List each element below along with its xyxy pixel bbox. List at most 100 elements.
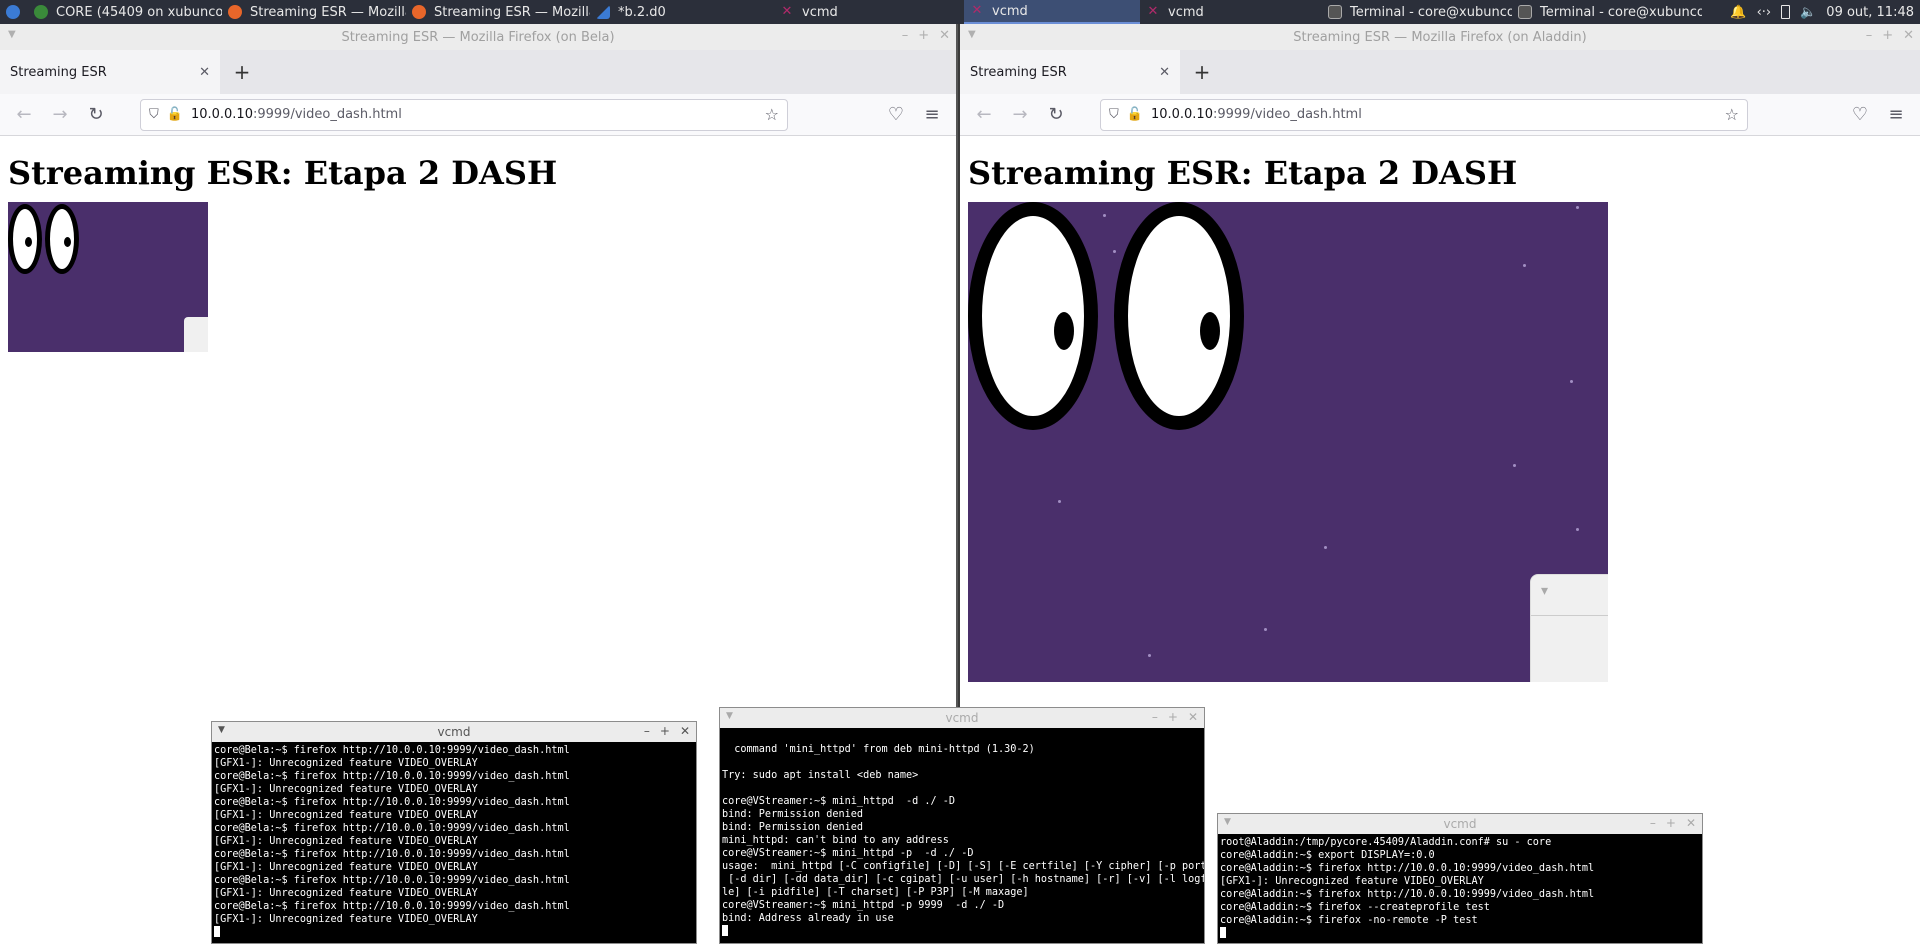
close-icon[interactable]: ✕ <box>1903 28 1914 43</box>
taskbar: CORE (45409 on xubuncor... Streaming ESR… <box>0 0 1920 24</box>
window-title: vcmd <box>945 711 979 725</box>
taskbar-item-firefox-aladdin[interactable]: Streaming ESR — Mozilla ... <box>406 0 590 24</box>
window-menu-icon[interactable]: ▼ <box>968 29 976 40</box>
window-titlebar[interactable]: ▼ vcmd – + ✕ <box>212 722 696 742</box>
window-titlebar[interactable]: ▼ vcmd – + ✕ <box>720 708 1204 728</box>
cartoon-eye <box>8 204 42 274</box>
hamburger-menu-icon[interactable]: ≡ <box>1880 99 1912 131</box>
close-icon[interactable]: ✕ <box>1188 710 1198 724</box>
taskbar-item-wireshark[interactable]: *b.2.d0 <box>590 0 774 24</box>
maximize-icon[interactable]: + <box>1882 28 1893 43</box>
window-menu-icon[interactable]: ▼ <box>218 725 225 735</box>
terminal-line: core@Bela:~$ firefox http://10.0.0.10:99… <box>214 849 570 860</box>
back-icon[interactable]: ← <box>8 99 40 131</box>
taskbar-item-label: *b.2.d0 <box>618 4 666 20</box>
url-host: 10.0.0.10 <box>190 107 253 122</box>
new-tab-button[interactable]: + <box>1180 60 1224 84</box>
taskbar-item-label: Streaming ESR — Mozilla ... <box>434 4 590 20</box>
minimize-icon[interactable]: – <box>1650 816 1656 830</box>
network-icon[interactable]: ‹·› <box>1757 5 1772 20</box>
tab-close-icon[interactable]: ✕ <box>199 65 210 80</box>
video-overlay-dialog: ▾ <box>1530 574 1608 682</box>
maximize-icon[interactable]: + <box>1168 710 1178 724</box>
terminal-window-vstreamer[interactable]: ▼ vcmd – + ✕ command 'mini_httpd' from deb… <box>719 707 1205 944</box>
taskbar-item-terminal-1[interactable]: Terminal - core@xubunco... <box>1322 0 1512 24</box>
tracking-protection-icon[interactable]: ⛉ <box>149 107 159 122</box>
taskbar-item-terminal-2[interactable]: Terminal - core@xubunco... <box>1512 0 1702 24</box>
back-icon[interactable]: ← <box>968 99 1000 131</box>
url-bar[interactable]: ⛉ 🔓 10.0.0.10:9999/video_dash.html ☆ <box>140 98 788 131</box>
taskbar-item-firefox-bela[interactable]: Streaming ESR — Mozilla ... <box>222 0 406 24</box>
terminal-line: command 'mini_httpd' from deb mini-httpd… <box>722 744 1035 755</box>
pocket-icon[interactable]: ♡ <box>880 99 912 131</box>
close-icon[interactable]: ✕ <box>680 724 690 738</box>
video-overlay-dialog <box>184 317 208 352</box>
pocket-icon[interactable]: ♡ <box>1844 99 1876 131</box>
terminal-line: usage: mini_httpd [-C configfile] [-D] [… <box>722 861 1204 872</box>
bookmark-star-icon[interactable]: ☆ <box>1725 105 1739 124</box>
volume-icon[interactable]: 🔈 <box>1800 5 1816 20</box>
tab-streaming-esr[interactable]: Streaming ESR ✕ <box>0 50 220 94</box>
maximize-icon[interactable]: + <box>660 724 670 738</box>
minimize-icon[interactable]: – <box>644 724 650 738</box>
reload-icon[interactable]: ↻ <box>1040 99 1072 131</box>
terminal-line: core@Bela:~$ firefox http://10.0.0.10:99… <box>214 823 570 834</box>
video-player[interactable]: ▾ <box>968 202 1608 682</box>
new-tab-button[interactable]: + <box>220 60 264 84</box>
clock[interactable]: 09 out, 11:48 <box>1826 5 1914 20</box>
terminal-line: core@VStreamer:~$ mini_httpd -p -d ./ -D <box>722 848 974 859</box>
maximize-icon[interactable]: + <box>1666 816 1676 830</box>
terminal-line: [GFX1-]: Unrecognized feature VIDEO_OVER… <box>1220 876 1484 887</box>
battery-icon[interactable] <box>1781 5 1791 19</box>
forward-icon[interactable]: → <box>44 99 76 131</box>
terminal-line: Try: sudo apt install <deb name> <box>722 770 919 781</box>
close-icon[interactable]: ✕ <box>1686 816 1696 830</box>
tab-streaming-esr[interactable]: Streaming ESR ✕ <box>960 50 1180 94</box>
video-player[interactable] <box>8 202 208 352</box>
cartoon-eye <box>45 204 79 274</box>
taskbar-item-vcmd-1[interactable]: ✕ vcmd <box>774 0 964 24</box>
window-menu-icon[interactable]: ▼ <box>726 711 733 721</box>
maximize-icon[interactable]: + <box>918 28 929 43</box>
terminal-output[interactable]: root@Aladdin:/tmp/pycore.45409/Aladdin.c… <box>1218 834 1702 943</box>
window-menu-icon[interactable]: ▼ <box>1224 817 1231 827</box>
insecure-lock-icon[interactable]: 🔓 <box>1127 107 1143 122</box>
tracking-protection-icon[interactable]: ⛉ <box>1109 107 1119 122</box>
terminal-line: core@Bela:~$ firefox http://10.0.0.10:99… <box>214 797 570 808</box>
window-titlebar[interactable]: ▼ Streaming ESR — Mozilla Firefox (on Be… <box>0 24 956 50</box>
hamburger-menu-icon[interactable]: ≡ <box>916 99 948 131</box>
minimize-icon[interactable]: – <box>1152 710 1158 724</box>
terminal-icon <box>1328 5 1342 19</box>
bell-icon[interactable]: 🔔 <box>1730 5 1746 20</box>
url-bar[interactable]: ⛉ 🔓 10.0.0.10:9999/video_dash.html ☆ <box>1100 98 1748 131</box>
terminal-line: root@Aladdin:/tmp/pycore.45409/Aladdin.c… <box>1220 837 1552 848</box>
terminal-output[interactable]: command 'mini_httpd' from deb mini-httpd… <box>720 728 1204 941</box>
window-title: Streaming ESR — Mozilla Firefox (on Bela… <box>341 29 615 45</box>
terminal-line: [GFX1-]: Unrecognized feature VIDEO_OVER… <box>214 758 478 769</box>
insecure-lock-icon[interactable]: 🔓 <box>167 107 183 122</box>
reload-icon[interactable]: ↻ <box>80 99 112 131</box>
terminal-line: [GFX1-]: Unrecognized feature VIDEO_OVER… <box>214 914 478 925</box>
cartoon-eye <box>968 202 1098 430</box>
minimize-icon[interactable]: – <box>902 28 909 43</box>
taskbar-item-core[interactable]: CORE (45409 on xubuncor... <box>28 0 222 24</box>
tab-label: Streaming ESR <box>10 64 107 80</box>
close-icon[interactable]: ✕ <box>939 28 950 43</box>
window-titlebar[interactable]: ▼ Streaming ESR — Mozilla Firefox (on Al… <box>960 24 1920 50</box>
terminal-output[interactable]: core@Bela:~$ firefox http://10.0.0.10:99… <box>212 742 696 942</box>
terminal-window-aladdin[interactable]: ▼ vcmd – + ✕ root@Aladdin:/tmp/pycore.4540… <box>1217 813 1703 944</box>
taskbar-item-vcmd-3[interactable]: ✕ vcmd <box>1140 0 1322 24</box>
taskbar-item-vcmd-2[interactable]: ✕ vcmd <box>964 0 1140 24</box>
window-menu-icon[interactable]: ▼ <box>8 29 16 40</box>
forward-icon[interactable]: → <box>1004 99 1036 131</box>
tab-close-icon[interactable]: ✕ <box>1159 65 1170 80</box>
window-titlebar[interactable]: ▼ vcmd – + ✕ <box>1218 814 1702 834</box>
bookmark-star-icon[interactable]: ☆ <box>765 105 779 124</box>
page-heading: Streaming ESR: Etapa 2 DASH <box>968 154 1518 192</box>
terminal-line: core@Aladdin:~$ export DISPLAY=:0.0 <box>1220 850 1435 861</box>
app-menu-button[interactable] <box>0 0 28 24</box>
terminal-line: core@VStreamer:~$ mini_httpd -d ./ -D <box>722 796 956 807</box>
minimize-icon[interactable]: – <box>1866 28 1873 43</box>
terminal-window-bela[interactable]: ▼ vcmd – + ✕ core@Bela:~$ firefox http://1… <box>211 721 697 944</box>
